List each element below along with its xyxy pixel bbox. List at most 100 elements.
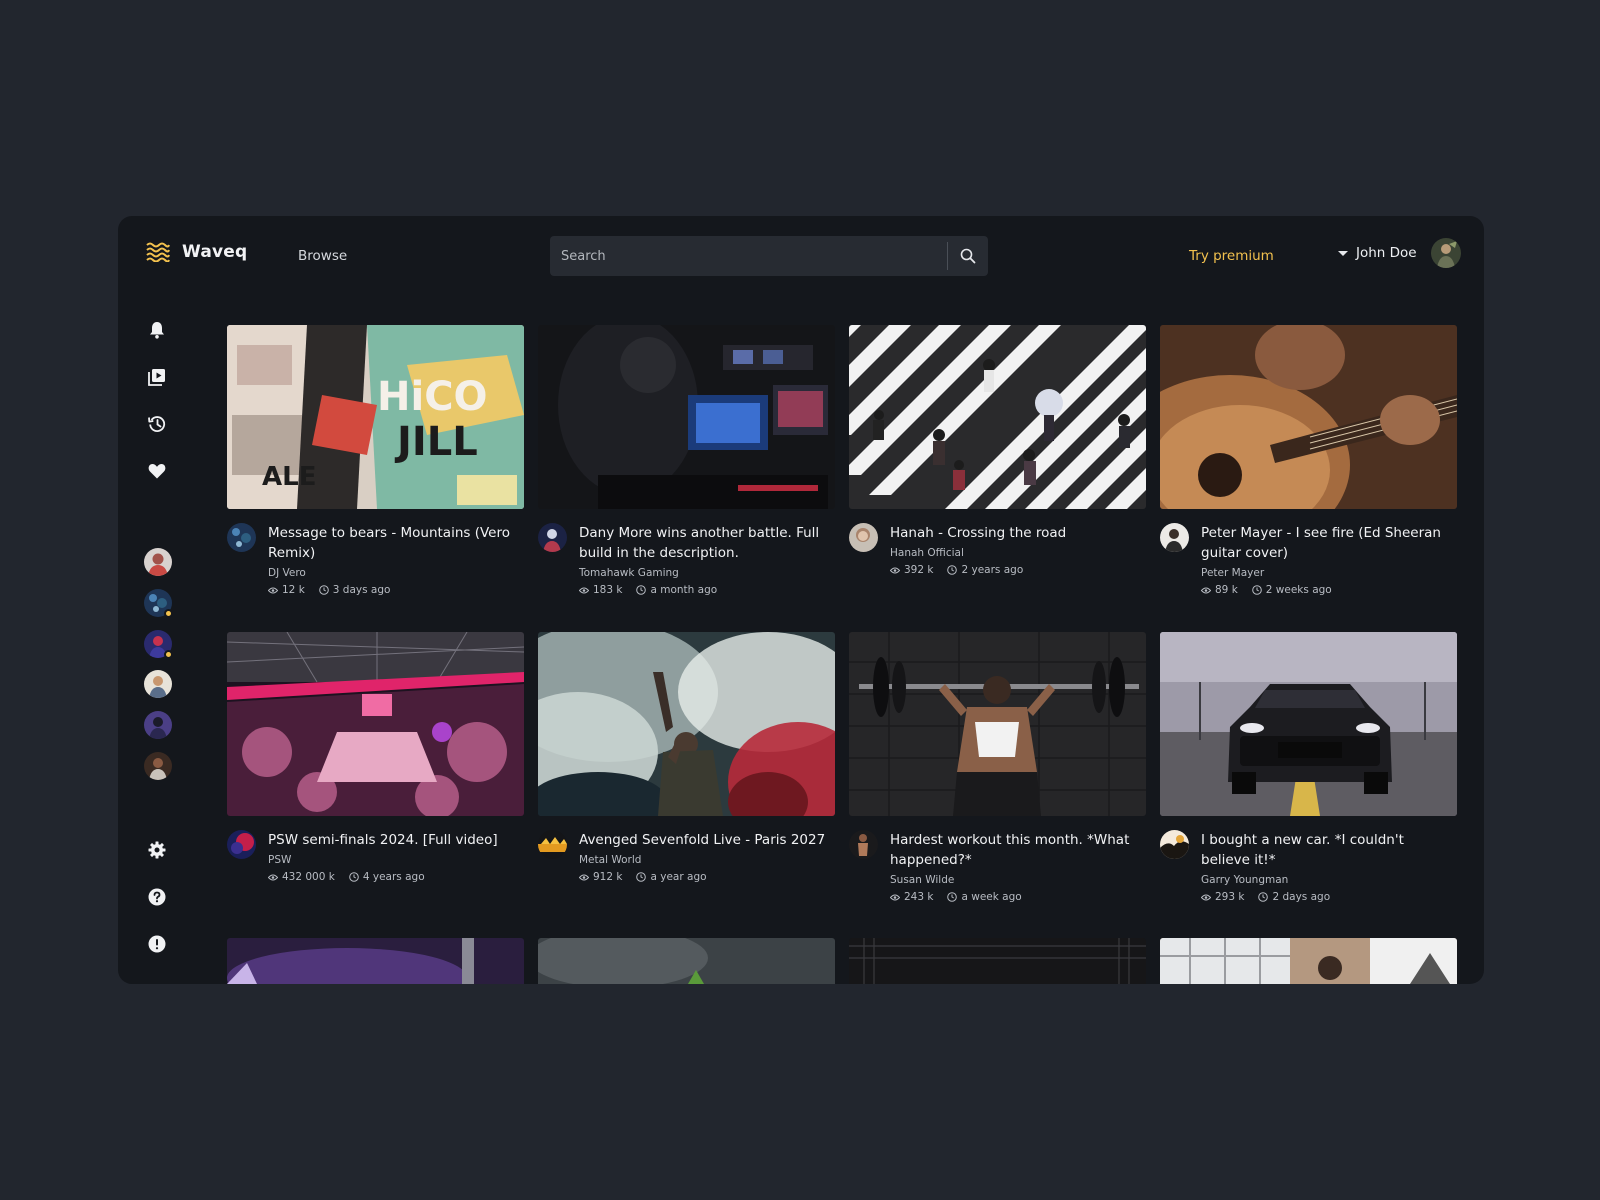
subscription-avatar-3[interactable] xyxy=(144,630,173,659)
channel-avatar[interactable] xyxy=(849,523,878,552)
caret-down-icon xyxy=(1338,250,1348,256)
svg-text:ALE: ALE xyxy=(262,462,316,492)
video-stats: 293 k 2 days ago xyxy=(1201,891,1457,903)
channel-name[interactable]: DJ Vero xyxy=(268,567,524,579)
video-thumbnail[interactable] xyxy=(1160,938,1457,984)
video-card[interactable] xyxy=(538,938,835,984)
browse-link[interactable]: Browse xyxy=(298,248,347,264)
search-input[interactable] xyxy=(550,236,947,276)
user-menu[interactable]: John Doe xyxy=(1338,238,1461,268)
upload-age: 2 years ago xyxy=(947,564,1023,576)
video-meta: I bought a new car. *I couldn't believe … xyxy=(1160,830,1457,903)
video-card[interactable] xyxy=(849,938,1146,984)
subscription-avatar-2[interactable] xyxy=(144,589,173,618)
video-card[interactable]: Hanah - Crossing the road Hanah Official… xyxy=(849,325,1146,576)
help-button[interactable] xyxy=(146,886,168,908)
favorites-button[interactable] xyxy=(146,460,168,482)
upload-age: a year ago xyxy=(636,871,707,883)
video-card[interactable]: HiCO JILL ALE Message to bears - Mountai… xyxy=(227,325,524,596)
video-card[interactable] xyxy=(227,938,524,984)
channel-name[interactable]: Garry Youngman xyxy=(1201,874,1457,886)
video-thumbnail[interactable] xyxy=(849,325,1146,509)
clock-icon xyxy=(947,565,958,575)
video-thumbnail[interactable] xyxy=(849,632,1146,816)
views-text: 912 k xyxy=(593,871,623,883)
subscription-avatar-5[interactable] xyxy=(144,711,172,739)
channel-name[interactable]: Hanah Official xyxy=(890,547,1146,559)
channel-avatar[interactable] xyxy=(1160,523,1189,552)
channel-name[interactable]: PSW xyxy=(268,854,524,866)
video-title[interactable]: Hardest workout this month. *What happen… xyxy=(890,830,1146,870)
video-card[interactable]: Hardest workout this month. *What happen… xyxy=(849,632,1146,903)
video-thumbnail[interactable] xyxy=(538,632,835,816)
view-count: 12 k xyxy=(268,584,305,596)
eye-icon xyxy=(890,894,900,900)
video-card[interactable]: Peter Mayer - I see fire (Ed Sheeran gui… xyxy=(1160,325,1457,596)
video-thumbnail[interactable] xyxy=(1160,325,1457,509)
video-thumbnail[interactable]: HiCO JILL ALE xyxy=(227,325,524,509)
subscriptions-button[interactable] xyxy=(146,366,168,388)
video-card[interactable]: PSW semi-finals 2024. [Full video] PSW 4… xyxy=(227,632,524,883)
video-title[interactable]: Dany More wins another battle. Full buil… xyxy=(579,523,835,563)
bell-icon xyxy=(150,322,164,339)
logo[interactable]: Waveq xyxy=(146,242,247,262)
subscription-avatar-1[interactable] xyxy=(144,548,172,576)
channel-avatar[interactable] xyxy=(538,523,567,552)
channel-avatar[interactable] xyxy=(1160,830,1189,859)
video-card[interactable] xyxy=(1160,938,1457,984)
search-button[interactable] xyxy=(948,236,988,276)
alert-icon xyxy=(148,935,166,953)
video-stats: 89 k 2 weeks ago xyxy=(1201,584,1457,596)
video-title[interactable]: Hanah - Crossing the road xyxy=(890,523,1146,543)
eye-icon xyxy=(890,567,900,573)
waves-logo-icon xyxy=(146,242,170,262)
view-count: 293 k xyxy=(1201,891,1244,903)
notifications-button[interactable] xyxy=(146,319,168,341)
video-title[interactable]: Message to bears - Mountains (Vero Remix… xyxy=(268,523,524,563)
channel-avatar[interactable] xyxy=(849,830,878,859)
upload-age: 2 days ago xyxy=(1258,891,1330,903)
clock-icon xyxy=(947,892,958,902)
video-card[interactable]: I bought a new car. *I couldn't believe … xyxy=(1160,632,1457,903)
view-count: 912 k xyxy=(579,871,622,883)
channel-name[interactable]: Tomahawk Gaming xyxy=(579,567,835,579)
channel-avatar[interactable] xyxy=(227,830,256,859)
history-button[interactable] xyxy=(146,413,168,435)
settings-button[interactable] xyxy=(146,839,168,861)
view-count: 243 k xyxy=(890,891,933,903)
video-title[interactable]: PSW semi-finals 2024. [Full video] xyxy=(268,830,524,850)
channel-avatar[interactable] xyxy=(227,523,256,552)
clock-icon xyxy=(318,585,329,595)
video-thumbnail[interactable] xyxy=(227,938,524,984)
subscription-avatar-6[interactable] xyxy=(144,752,172,780)
video-card[interactable]: Dany More wins another battle. Full buil… xyxy=(538,325,835,596)
age-text: 4 years ago xyxy=(362,871,425,883)
views-text: 183 k xyxy=(593,584,623,596)
video-thumbnail[interactable] xyxy=(538,938,835,984)
video-thumbnail[interactable] xyxy=(1160,632,1457,816)
channel-name[interactable]: Metal World xyxy=(579,854,835,866)
views-text: 432 000 k xyxy=(282,871,335,883)
channel-name[interactable]: Susan Wilde xyxy=(890,874,1146,886)
video-thumbnail[interactable] xyxy=(849,938,1146,984)
subscription-avatar-4[interactable] xyxy=(144,670,172,698)
video-stats: 183 k a month ago xyxy=(579,584,835,596)
video-card[interactable]: Avenged Sevenfold Live - Paris 2027 Meta… xyxy=(538,632,835,883)
eye-icon xyxy=(1201,894,1211,900)
video-title[interactable]: Peter Mayer - I see fire (Ed Sheeran gui… xyxy=(1201,523,1457,563)
channel-name[interactable]: Peter Mayer xyxy=(1201,567,1457,579)
video-thumbnail[interactable] xyxy=(227,632,524,816)
video-thumbnail[interactable] xyxy=(538,325,835,509)
report-button[interactable] xyxy=(146,933,168,955)
video-title[interactable]: I bought a new car. *I couldn't believe … xyxy=(1201,830,1457,870)
eye-icon xyxy=(268,874,278,880)
history-icon xyxy=(148,416,166,432)
avatar xyxy=(144,548,172,576)
view-count: 432 000 k xyxy=(268,871,335,883)
channel-avatar[interactable] xyxy=(538,830,567,859)
try-premium-link[interactable]: Try premium xyxy=(1189,248,1274,264)
video-meta: Hardest workout this month. *What happen… xyxy=(849,830,1146,903)
age-text: a year ago xyxy=(650,871,707,883)
video-meta: Peter Mayer - I see fire (Ed Sheeran gui… xyxy=(1160,523,1457,596)
video-title[interactable]: Avenged Sevenfold Live - Paris 2027 xyxy=(579,830,835,850)
